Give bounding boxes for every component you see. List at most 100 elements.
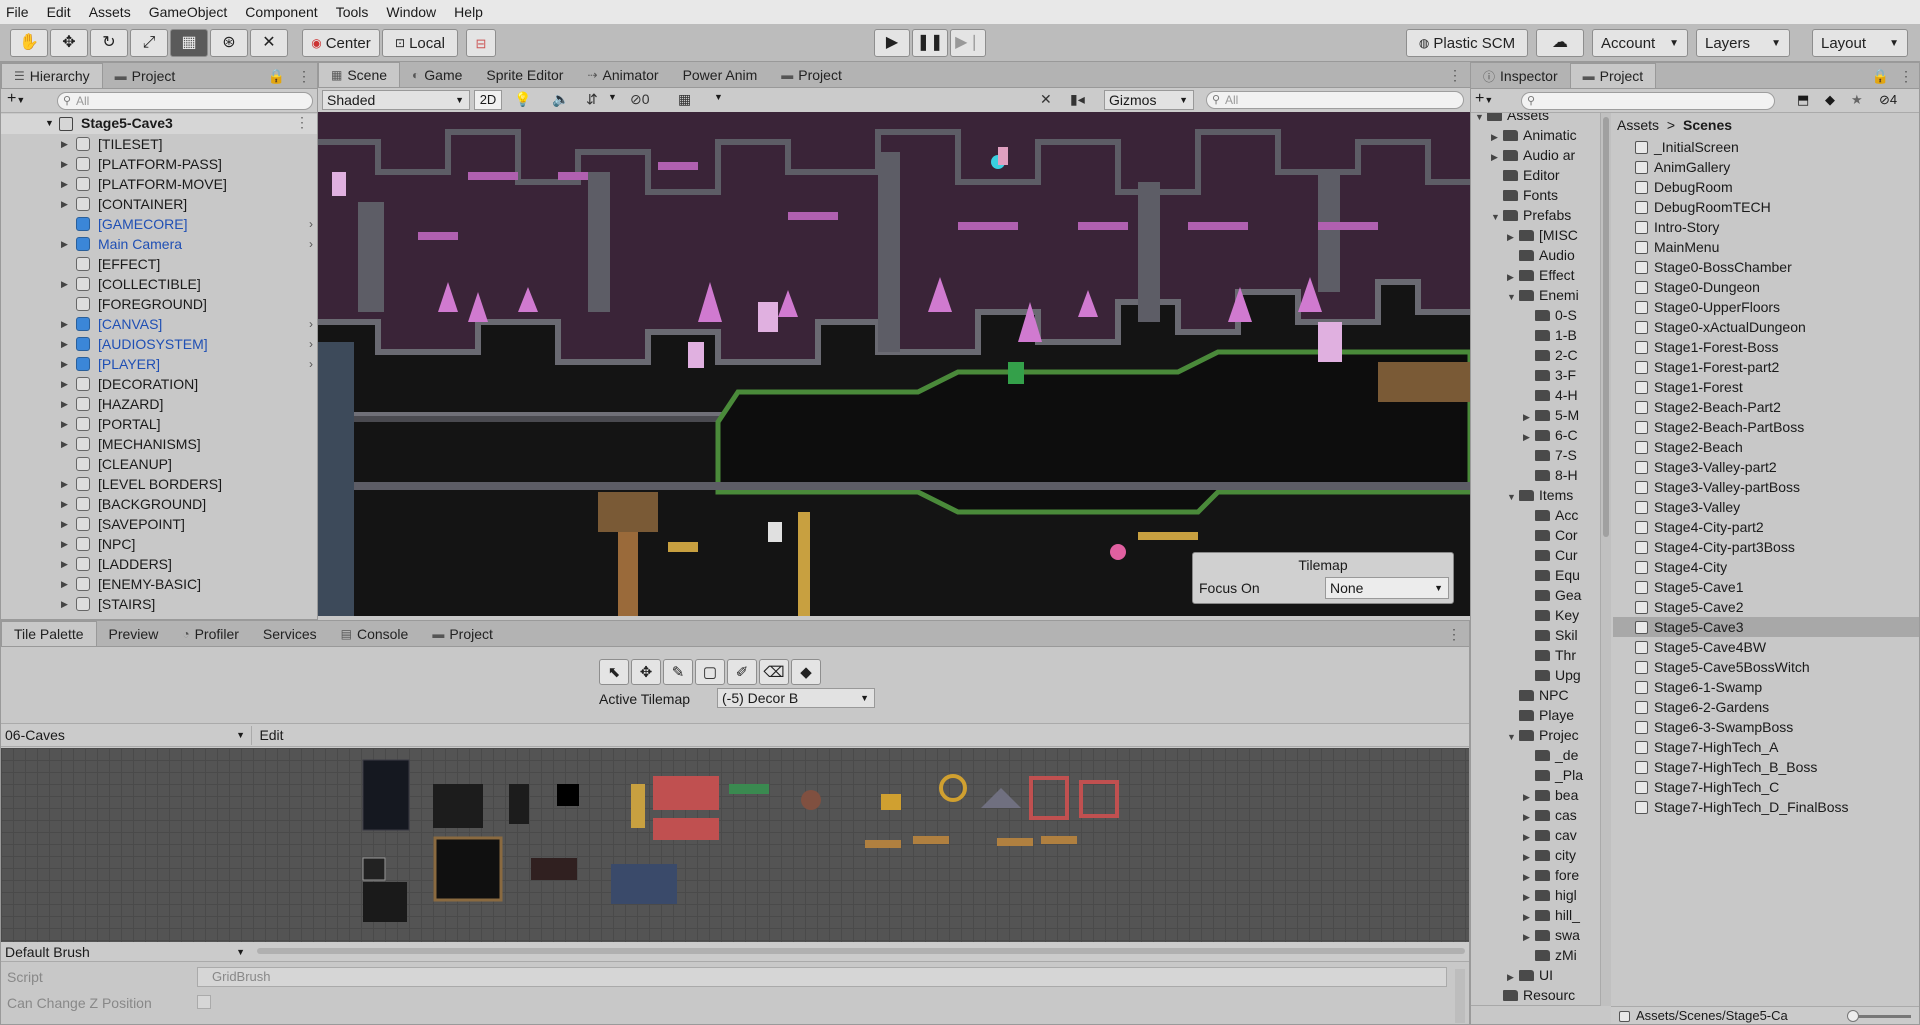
scene-asset-item[interactable]: Stage3-Valley-partBoss (1613, 477, 1919, 497)
project-folder-item[interactable]: ▶ UI (1471, 965, 1600, 987)
chevron-right-icon[interactable]: › (309, 334, 313, 354)
project-folder-item[interactable]: 4-H (1471, 385, 1600, 405)
chevron-right-icon[interactable]: › (309, 214, 313, 234)
project-folder-item[interactable]: Upg (1471, 665, 1600, 685)
scene-viewport[interactable]: Tilemap Focus On None ▼ (318, 112, 1470, 616)
expand-arrow-icon[interactable]: ▶ (61, 494, 68, 514)
expand-arrow-icon[interactable]: ▶ (1523, 867, 1535, 887)
pivot-local-button[interactable]: ⊡ Local (382, 29, 458, 57)
project-folder-item[interactable]: Equ (1471, 565, 1600, 585)
scene-asset-item[interactable]: Stage1-Forest-part2 (1613, 357, 1919, 377)
lighting-icon[interactable]: 💡 (514, 91, 531, 108)
project-folder-item[interactable]: ▶ [MISC (1471, 225, 1600, 247)
shading-dropdown[interactable]: Shaded ▼ (322, 90, 470, 110)
hierarchy-item[interactable]: ▶ [NPC] (1, 534, 317, 554)
hierarchy-item[interactable]: ▶ Main Camera › (1, 234, 317, 254)
project-folder-item[interactable]: ▶ hill_ (1471, 905, 1600, 927)
hidden-packages-icon[interactable]: ⊘4 (1879, 92, 1897, 108)
project-folder-item[interactable]: Resourc (1471, 985, 1600, 1005)
filter-label-icon[interactable]: ◆ (1825, 92, 1835, 108)
picker-button[interactable]: ✐ (727, 659, 757, 685)
rect-tool-button[interactable]: ▦ (170, 29, 208, 57)
scene-asset-item[interactable]: AnimGallery (1613, 157, 1919, 177)
expand-arrow-icon[interactable]: ▶ (1523, 847, 1535, 867)
expand-arrow-icon[interactable]: ▶ (1507, 227, 1519, 247)
icon-size-slider[interactable] (1851, 1015, 1911, 1018)
kebab-menu-icon[interactable]: ⋮ (1893, 64, 1919, 88)
play-button[interactable]: ▶ (874, 29, 910, 57)
project-folder-item[interactable]: ▶ city (1471, 845, 1600, 867)
select-tool-button[interactable]: ⬉ (599, 659, 629, 685)
project-folder-item[interactable]: _Pla (1471, 765, 1600, 785)
filter-type-icon[interactable]: ⬒ (1797, 92, 1809, 108)
expand-arrow-icon[interactable]: ▶ (61, 574, 68, 594)
scene-asset-item[interactable]: Stage7-HighTech_B_Boss (1613, 757, 1919, 777)
tab-project-left[interactable]: ▬ Project (103, 64, 188, 88)
menu-window[interactable]: Window (386, 4, 436, 20)
menu-tools[interactable]: Tools (336, 4, 369, 20)
hierarchy-item[interactable]: ▶ [SAVEPOINT] (1, 514, 317, 534)
scene-asset-item[interactable]: Stage2-Beach-Part2 (1613, 397, 1919, 417)
hierarchy-item[interactable]: ▶ [TILESET] (1, 134, 317, 154)
expand-arrow-icon[interactable]: ▶ (1523, 907, 1535, 927)
cloud-button[interactable]: ☁ (1536, 29, 1584, 57)
project-folder-item[interactable]: ▶ 5-M (1471, 405, 1600, 427)
grid-toggle-icon[interactable]: ▦ (678, 91, 691, 108)
gizmos-dropdown[interactable]: Gizmos ▼ (1104, 90, 1194, 110)
account-dropdown[interactable]: Account ▼ (1592, 29, 1688, 57)
layers-dropdown[interactable]: Layers ▼ (1696, 29, 1790, 57)
menu-edit[interactable]: Edit (47, 4, 71, 20)
eraser-button[interactable]: ⌫ (759, 659, 789, 685)
hierarchy-item[interactable]: [FOREGROUND] (1, 294, 317, 314)
scale-tool-button[interactable]: ⤢ (130, 29, 168, 57)
hierarchy-item[interactable]: ▶ [BACKGROUND] (1, 494, 317, 514)
change-z-checkbox[interactable] (197, 995, 211, 1009)
hierarchy-item[interactable]: [CLEANUP] (1, 454, 317, 474)
project-folder-item[interactable]: 2-C (1471, 345, 1600, 365)
hierarchy-item[interactable]: ▶ [COLLECTIBLE] (1, 274, 317, 294)
project-folder-item[interactable]: Cur (1471, 545, 1600, 565)
expand-arrow-icon[interactable]: ▶ (1507, 267, 1519, 287)
expand-arrow-icon[interactable]: ▶ (61, 514, 68, 534)
menu-file[interactable]: File (6, 4, 29, 20)
expand-arrow-icon[interactable]: ▶ (1491, 147, 1503, 167)
rotate-tool-button[interactable]: ↻ (90, 29, 128, 57)
hierarchy-item[interactable]: [EFFECT] (1, 254, 317, 274)
scene-asset-item[interactable]: Stage4-City (1613, 557, 1919, 577)
scene-asset-item[interactable]: DebugRoomTECH (1613, 197, 1919, 217)
pivot-center-button[interactable]: ◉ Center (302, 29, 380, 57)
chevron-right-icon[interactable]: › (309, 354, 313, 374)
scene-asset-item[interactable]: Stage7-HighTech_A (1613, 737, 1919, 757)
hierarchy-item[interactable]: ▶ [STAIRS] (1, 594, 317, 614)
tree-scrollbar[interactable] (1601, 113, 1611, 1006)
scene-asset-item[interactable]: Stage5-Cave3 (1613, 617, 1919, 637)
tab-services[interactable]: Services (251, 622, 329, 646)
add-object-button[interactable]: +▼ (7, 90, 25, 108)
expand-arrow-icon[interactable]: ▶ (61, 194, 68, 214)
scene-root-row[interactable]: ▼ Stage5-Cave3 ⋮ (1, 114, 317, 134)
step-button[interactable]: ▶❘ (950, 29, 986, 57)
expand-arrow-icon[interactable]: ▶ (61, 474, 68, 494)
breadcrumb-current[interactable]: Scenes (1683, 117, 1732, 133)
move-tool-button[interactable]: ✥ (50, 29, 88, 57)
project-folder-item[interactable]: Fonts (1471, 185, 1600, 205)
project-folder-item[interactable]: Key (1471, 605, 1600, 625)
tab-hierarchy[interactable]: ☰ Hierarchy (1, 63, 103, 88)
icon-size-slider-handle[interactable] (1847, 1010, 1859, 1022)
project-folder-item[interactable]: 1-B (1471, 325, 1600, 345)
hierarchy-item[interactable]: ▶ [PLAYER] › (1, 354, 317, 374)
move-tile-button[interactable]: ✥ (631, 659, 661, 685)
expand-arrow-icon[interactable]: ▶ (1523, 407, 1535, 427)
scene-asset-item[interactable]: MainMenu (1613, 237, 1919, 257)
tab-animator[interactable]: ⇢ Animator (575, 63, 670, 87)
project-folder-item[interactable]: ▼ Projec (1471, 725, 1600, 745)
project-folder-item[interactable]: 8-H (1471, 465, 1600, 485)
project-folder-item[interactable]: ▶ Animatic (1471, 125, 1600, 145)
project-folder-item[interactable]: 3-F (1471, 365, 1600, 385)
scene-asset-item[interactable]: Stage6-3-SwampBoss (1613, 717, 1919, 737)
scene-asset-item[interactable]: Stage2-Beach-PartBoss (1613, 417, 1919, 437)
project-folder-item[interactable]: ▶ cav (1471, 825, 1600, 845)
scene-asset-item[interactable]: Stage6-1-Swamp (1613, 677, 1919, 697)
expand-arrow-icon[interactable]: ▶ (1507, 967, 1519, 987)
project-folder-item[interactable]: ▼ Items (1471, 485, 1600, 505)
